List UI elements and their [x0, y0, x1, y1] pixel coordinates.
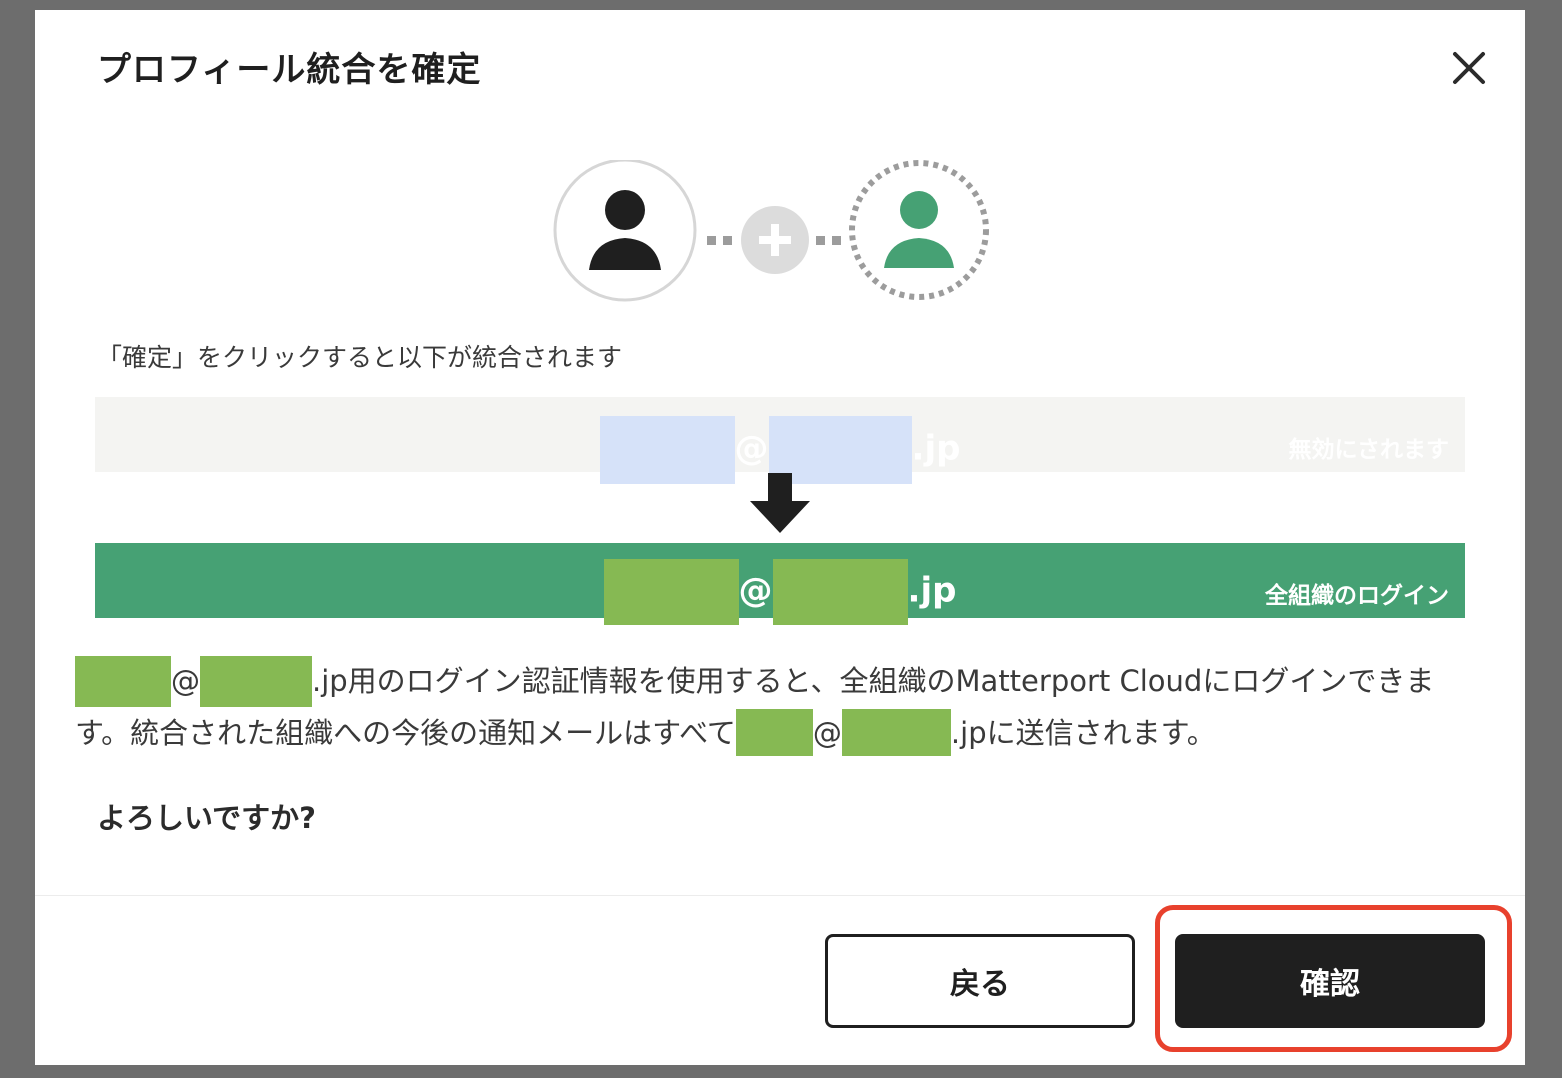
redacted-username	[599, 416, 735, 484]
redacted-domain	[772, 559, 908, 625]
merge-illustration	[553, 160, 989, 302]
target-email: @ .jp	[95, 559, 1465, 625]
merge-profile-modal: プロフィール統合を確定 「確定」をクリックすると以下が統合されます @ .jp …	[35, 10, 1525, 1065]
redacted-domain	[841, 709, 951, 756]
target-status-tag: 全組織のログイン	[1265, 583, 1449, 609]
modal-title: プロフィール統合を確定	[97, 50, 482, 90]
target-user-icon	[849, 160, 989, 300]
confirm-question: よろしいですか?	[97, 801, 316, 835]
connector-left	[707, 236, 732, 245]
back-button[interactable]: 戻る	[825, 934, 1135, 1028]
redacted-username	[75, 655, 171, 707]
redacted-username	[735, 709, 813, 756]
source-status-tag: 無効にされます	[1288, 437, 1449, 463]
connector-right	[816, 236, 841, 245]
source-account-bar: @ .jp 無効にされます	[95, 397, 1465, 484]
source-user-icon	[553, 160, 697, 302]
confirm-button[interactable]: 確認	[1175, 934, 1485, 1028]
merge-description: @ .jp用のログイン認証情報を使用すると、全組織のMatterport Clou…	[75, 655, 1455, 757]
redacted-username	[603, 559, 739, 625]
target-account-bar: @ .jp 全組織のログイン	[95, 543, 1465, 625]
close-button[interactable]	[1447, 46, 1491, 90]
merge-intro-text: 「確定」をクリックすると以下が統合されます	[97, 343, 623, 372]
arrow-down-icon	[750, 473, 810, 533]
close-icon	[1453, 52, 1485, 84]
footer-divider	[35, 895, 1525, 896]
plus-icon	[741, 206, 809, 274]
redacted-domain	[200, 655, 312, 707]
